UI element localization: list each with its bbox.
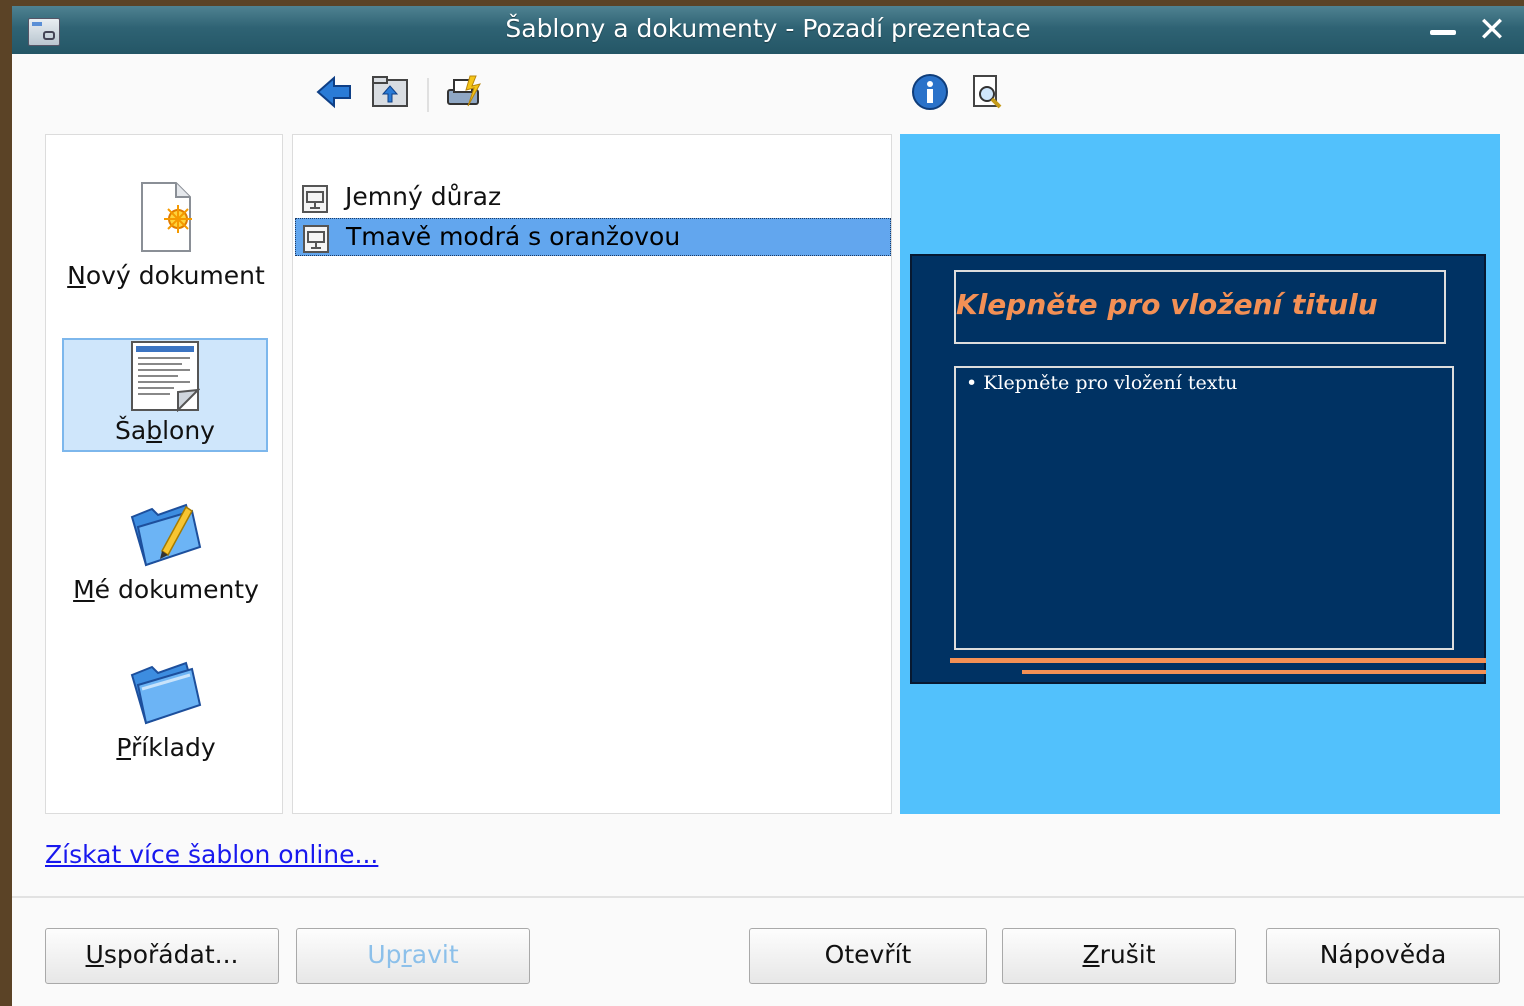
open-button[interactable]: Otevřít — [749, 928, 987, 984]
templates-icon — [131, 341, 200, 412]
sidebar-item-examples[interactable]: Příklady — [64, 655, 268, 775]
presentation-template-icon — [303, 225, 329, 253]
edit-button[interactable]: Upravit — [296, 928, 530, 984]
my-documents-folder-icon — [130, 503, 202, 567]
slide-accent-line — [1022, 670, 1486, 674]
up-folder-icon[interactable] — [370, 72, 410, 112]
preview-magnifier-icon[interactable] — [968, 72, 1008, 112]
slide-body: • Klepněte pro vložení textu — [966, 372, 1238, 394]
presentation-template-icon — [302, 185, 328, 213]
examples-folder-icon — [130, 661, 202, 725]
help-button[interactable]: Nápověda — [1266, 928, 1500, 984]
templates-dialog: Šablony a dokumenty - Pozadí prezentace … — [12, 6, 1524, 1006]
slide-preview: Klepněte pro vložení titulu • Klepněte p… — [910, 254, 1486, 684]
slide-title: Klepněte pro vložení titulu — [956, 288, 1378, 321]
organize-button[interactable]: Uspořádat... — [45, 928, 279, 984]
new-document-icon — [141, 182, 192, 252]
list-item-tmave-modra[interactable]: Tmavě modrá s oranžovou — [295, 218, 891, 256]
get-more-templates-link[interactable]: Získat více šablon online... — [45, 840, 378, 869]
cancel-button[interactable]: Zrušit — [1002, 928, 1236, 984]
slide-accent-line — [950, 658, 1486, 663]
back-arrow-icon[interactable] — [314, 72, 354, 112]
print-icon[interactable] — [444, 72, 484, 112]
sidebar-item-new-document[interactable]: Nový dokument — [64, 179, 268, 299]
minimize-icon[interactable] — [1424, 12, 1460, 48]
window-title: Šablony a dokumenty - Pozadí prezentace — [505, 14, 1031, 43]
sidebar-item-templates[interactable]: Šablony — [62, 338, 268, 452]
template-preview: Klepněte pro vložení titulu • Klepněte p… — [900, 134, 1500, 814]
toolbar-separator — [427, 78, 429, 112]
info-icon[interactable] — [910, 72, 950, 112]
list-item-jemny-duraz[interactable]: Jemný důraz — [295, 179, 891, 217]
close-icon[interactable]: ✕ — [1474, 12, 1510, 48]
title-bar[interactable]: Šablony a dokumenty - Pozadí prezentace … — [12, 6, 1524, 54]
template-list: Jemný důraz Tmavě modrá s oranžovou — [292, 134, 892, 814]
slide-title-placeholder: Klepněte pro vložení titulu — [954, 270, 1446, 344]
sidebar-item-my-documents[interactable]: Mé dokumenty — [64, 497, 268, 617]
slide-body-placeholder: • Klepněte pro vložení textu — [954, 366, 1454, 650]
category-sidebar: Nový dokument Šablony Mé dokumenty Příkl… — [45, 134, 283, 814]
divider — [12, 896, 1524, 898]
